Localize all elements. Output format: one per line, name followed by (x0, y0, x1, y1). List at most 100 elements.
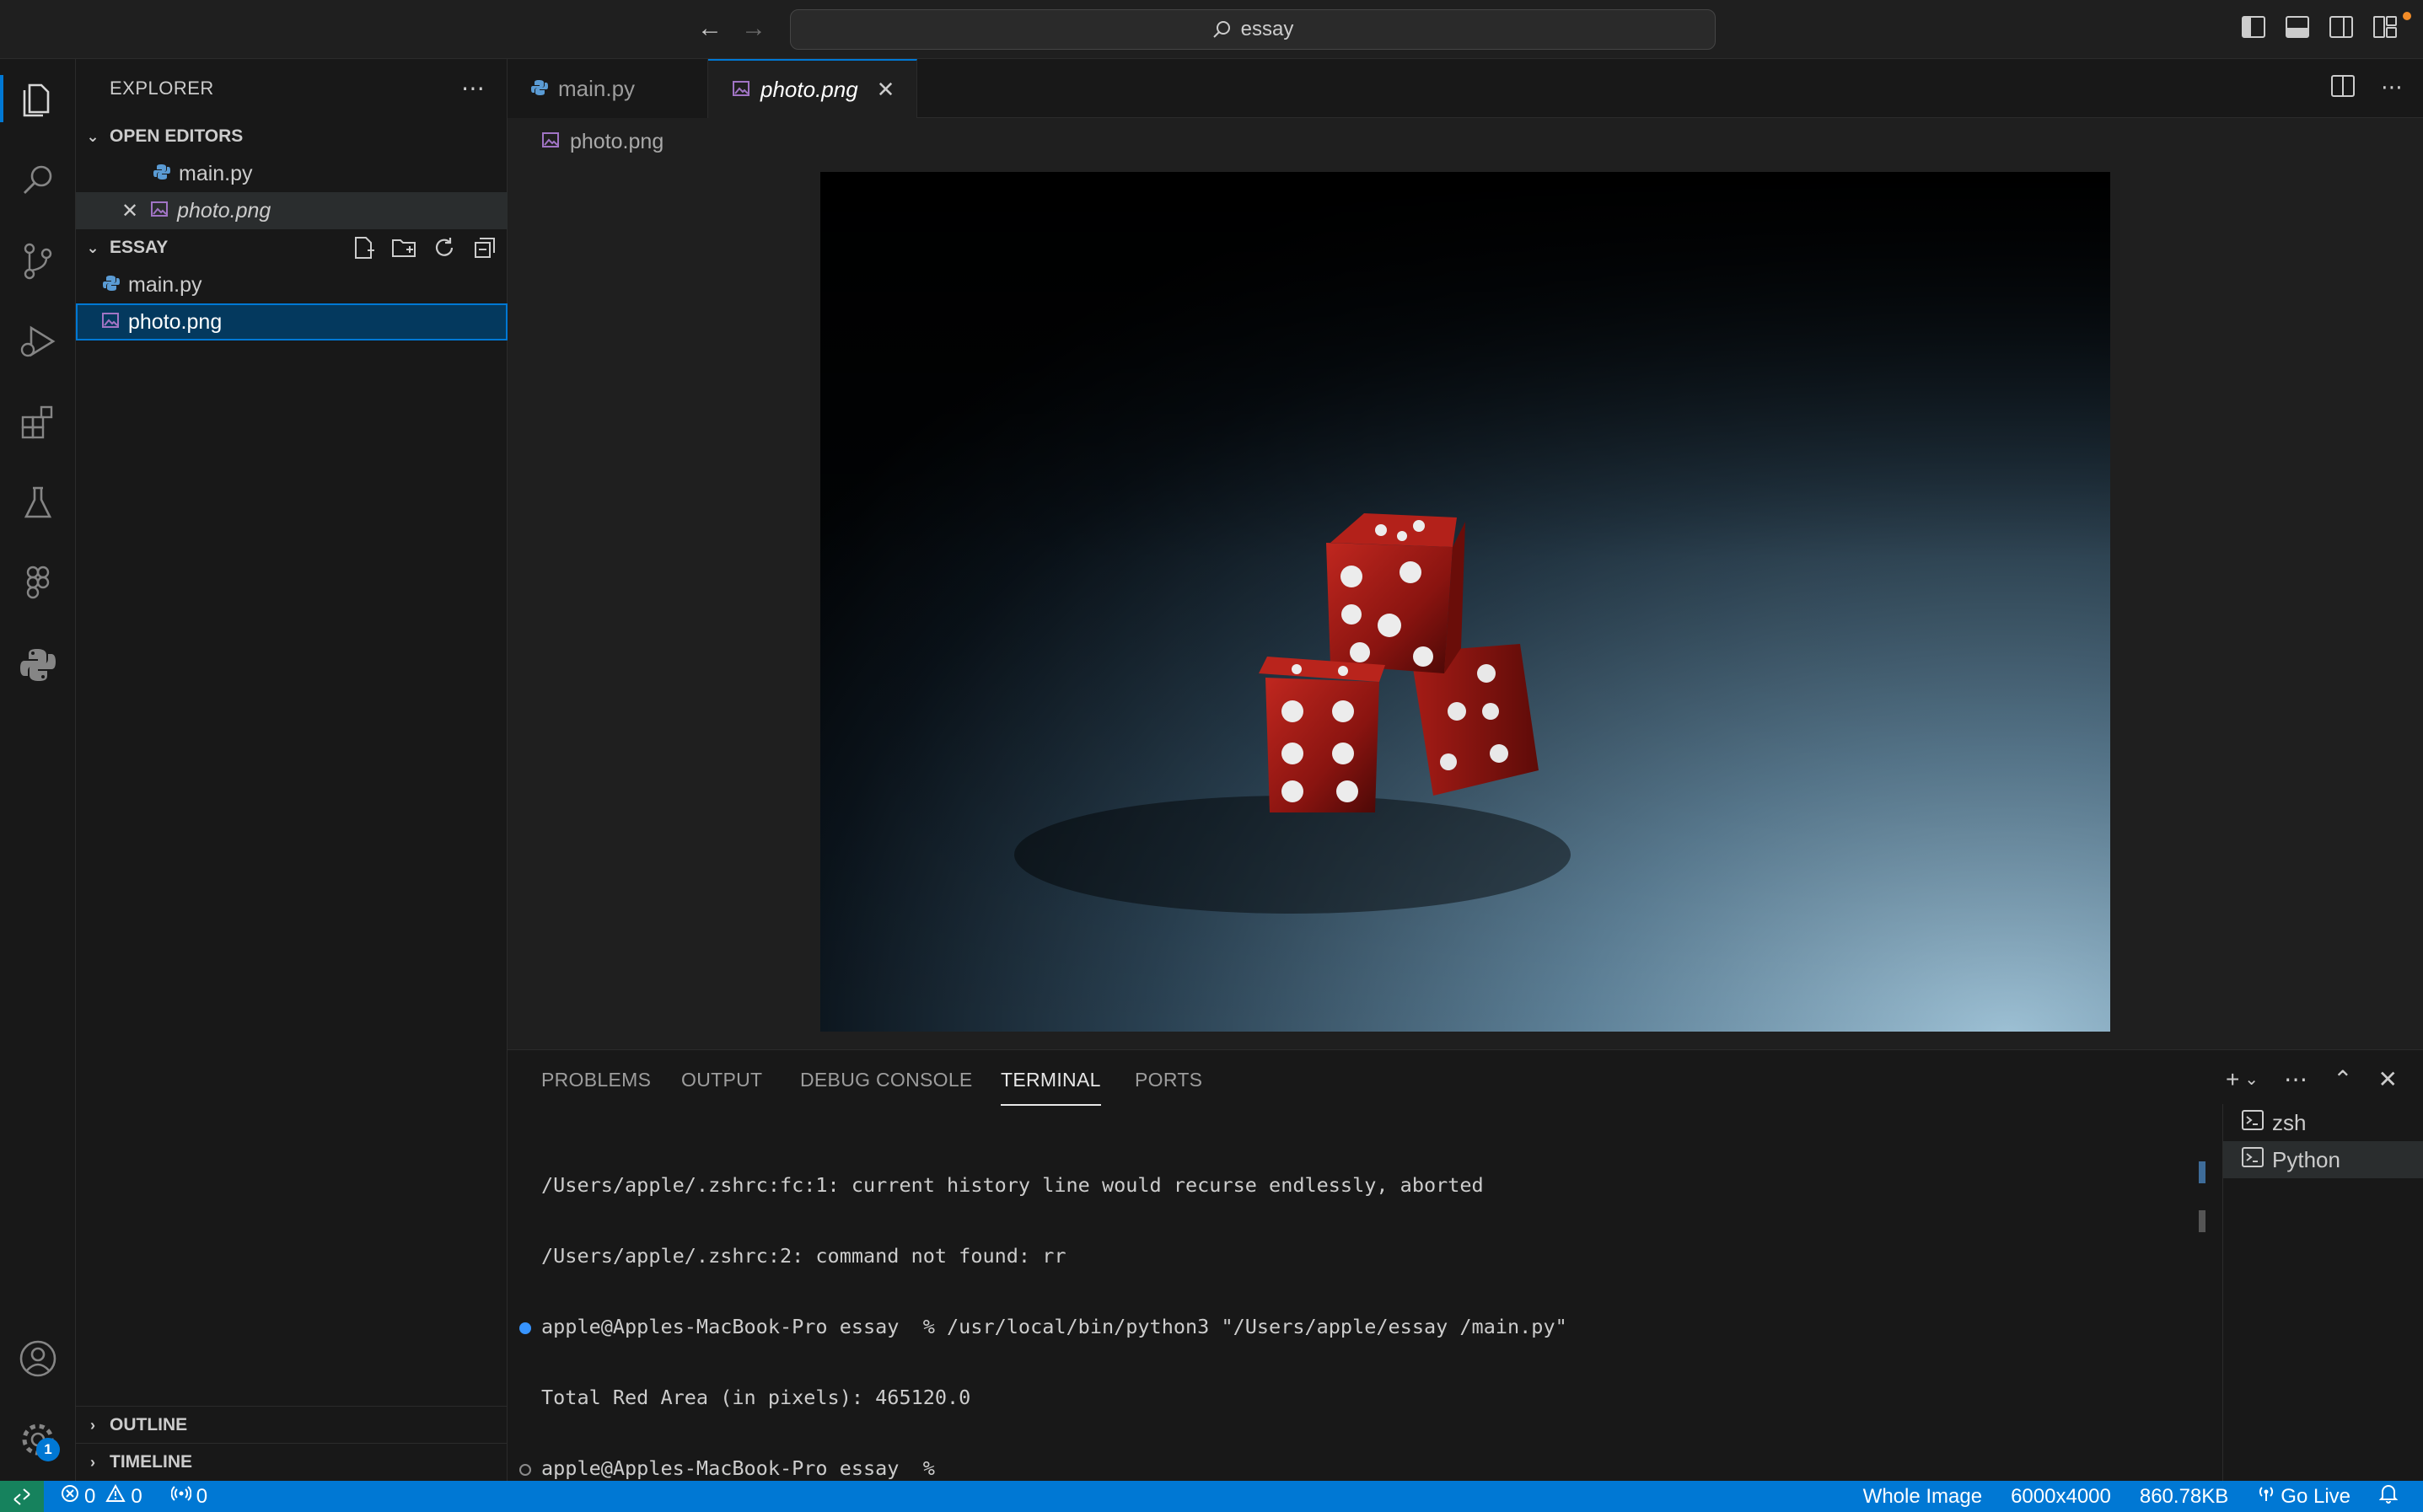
run-debug-icon[interactable] (14, 318, 62, 365)
toggle-panel-icon[interactable] (2285, 15, 2310, 39)
toggle-sidebar-icon[interactable] (2241, 15, 2266, 39)
terminal-output[interactable]: /Users/apple/.zshrc:fc:1: current histor… (519, 1126, 2185, 1512)
status-bar: 0 0 0 Whole Image 6000x4000 860.78KB Go … (0, 1481, 2423, 1512)
editor-tabs: main.py photo.png ✕ ⋯ (508, 59, 2423, 118)
file-tree-item[interactable]: main.py (76, 266, 508, 303)
more-actions-icon[interactable]: ⋯ (2284, 1065, 2307, 1093)
tab-debug-console[interactable]: DEBUG CONSOLE (800, 1069, 973, 1091)
image-file-icon (541, 130, 560, 154)
timeline-header[interactable]: › TIMELINE (76, 1444, 508, 1481)
new-file-icon[interactable] (351, 235, 376, 260)
collapse-all-icon[interactable] (472, 235, 497, 260)
open-editors-header[interactable]: ⌄ OPEN EDITORS (76, 118, 508, 155)
tab-main-py[interactable]: main.py (508, 59, 708, 118)
go-live-label: Go Live (2281, 1484, 2350, 1508)
essay-folder-header[interactable]: ⌄ ESSAY (76, 229, 508, 266)
terminal-prompt-line: apple@Apples-MacBook-Pro essay % (519, 1456, 2185, 1480)
testing-icon[interactable] (14, 480, 62, 527)
problems-status[interactable]: 0 0 (61, 1483, 142, 1509)
source-control-icon[interactable] (14, 237, 62, 284)
figma-icon[interactable] (14, 560, 62, 608)
terminal-line: /Users/apple/.zshrc:fc:1: current histor… (541, 1173, 1484, 1197)
update-indicator (2403, 12, 2411, 20)
explorer-icon[interactable] (0, 75, 62, 122)
terminal-name: zsh (2272, 1109, 2307, 1135)
close-icon[interactable]: ✕ (121, 199, 138, 223)
folder-label: ESSAY (110, 238, 169, 257)
broadcast-icon (170, 1484, 192, 1509)
settings-gear-icon[interactable]: 1 (14, 1416, 62, 1463)
image-file-size: 860.78KB (2139, 1484, 2229, 1508)
search-icon (1212, 21, 1230, 38)
terminal-command-line: apple@Apples-MacBook-Pro essay % /usr/lo… (519, 1315, 2185, 1338)
tab-problems[interactable]: PROBLEMS (541, 1069, 651, 1091)
explorer-sidebar: EXPLORER ⋯ ⌄ OPEN EDITORS main.py ✕ phot… (76, 59, 508, 1481)
image-file-icon (101, 310, 120, 335)
open-editor-item[interactable]: main.py (76, 155, 508, 192)
arrow-left-icon[interactable]: ← (695, 13, 725, 44)
command-center-search[interactable]: essay (790, 9, 1716, 50)
warning-count: 0 (131, 1484, 142, 1508)
close-panel-icon[interactable]: ✕ (2378, 1065, 2398, 1093)
python-file-icon (531, 76, 548, 102)
image-file-icon (732, 77, 750, 103)
terminal-line-text: apple@Apples-MacBook-Pro essay % (541, 1456, 948, 1480)
go-live-button[interactable]: Go Live (2257, 1484, 2350, 1509)
ports-status[interactable]: 0 (170, 1484, 207, 1509)
close-icon[interactable]: ✕ (877, 77, 895, 103)
chevron-right-icon: › (90, 1416, 95, 1434)
toggle-secondary-sidebar-icon[interactable] (2329, 15, 2354, 39)
terminal-icon (2242, 1109, 2264, 1136)
editor-area: main.py photo.png ✕ ⋯ photo.png (508, 59, 2423, 1049)
python-icon[interactable] (14, 641, 62, 689)
split-editor-icon[interactable] (2330, 74, 2356, 104)
tab-output[interactable]: OUTPUT (681, 1069, 762, 1091)
terminal-item-python[interactable]: Python (2223, 1141, 2423, 1178)
arrow-right-icon[interactable]: → (739, 13, 769, 44)
warning-icon (105, 1483, 126, 1509)
breadcrumb-item[interactable]: photo.png (570, 130, 664, 154)
tab-ports[interactable]: PORTS (1135, 1069, 1202, 1091)
tab-photo-png[interactable]: photo.png ✕ (708, 59, 917, 118)
more-actions-icon[interactable]: ⋯ (2381, 74, 2403, 104)
tab-terminal[interactable]: TERMINAL (1001, 1069, 1101, 1106)
open-editor-item-active[interactable]: ✕ photo.png (76, 192, 508, 229)
timeline-label: TIMELINE (110, 1452, 192, 1472)
error-icon (61, 1484, 79, 1509)
broadcast-icon (2257, 1484, 2275, 1509)
chevron-down-icon[interactable]: ⌄ (2244, 1069, 2259, 1090)
maximize-panel-icon[interactable]: ⌃ (2333, 1065, 2352, 1093)
more-actions-icon[interactable]: ⋯ (461, 74, 485, 102)
bell-icon[interactable] (2378, 1483, 2399, 1509)
search-icon[interactable] (14, 156, 62, 203)
terminal-scrollbar-marker (2199, 1210, 2205, 1232)
terminal-line: Total Red Area (in pixels): 465120.0 (541, 1386, 971, 1409)
refresh-icon[interactable] (432, 235, 457, 260)
file-tree-item-selected[interactable]: photo.png (76, 303, 508, 340)
image-dimensions: 6000x4000 (2011, 1484, 2111, 1508)
new-terminal-icon[interactable]: + (2226, 1066, 2239, 1093)
tab-label: photo.png (760, 76, 858, 102)
explorer-title: EXPLORER (110, 78, 214, 99)
terminal-scrollbar[interactable] (2199, 1161, 2205, 1183)
customize-layout-icon[interactable] (2372, 15, 2398, 39)
chevron-down-icon: ⌄ (86, 127, 99, 145)
accounts-icon[interactable] (14, 1335, 62, 1382)
terminal-item-zsh[interactable]: zsh (2223, 1104, 2423, 1141)
outline-label: OUTLINE (110, 1415, 188, 1434)
file-name: photo.png (128, 309, 223, 334)
command-success-decoration[interactable] (519, 1322, 531, 1334)
command-pending-decoration[interactable] (519, 1464, 531, 1476)
settings-badge: 1 (36, 1438, 60, 1461)
outline-header[interactable]: › OUTLINE (76, 1407, 508, 1444)
image-file-icon (150, 199, 169, 223)
timeline-section: › TIMELINE (76, 1443, 508, 1481)
error-count: 0 (84, 1484, 96, 1508)
terminal-line-text: apple@Apples-MacBook-Pro essay % /usr/lo… (541, 1315, 1567, 1338)
new-folder-icon[interactable] (391, 235, 416, 260)
image-zoom-status[interactable]: Whole Image (1863, 1485, 1982, 1509)
remote-indicator-icon[interactable] (0, 1481, 44, 1512)
extensions-icon[interactable] (14, 399, 62, 446)
terminal-name: Python (2272, 1146, 2340, 1172)
file-name: main.py (179, 161, 253, 185)
